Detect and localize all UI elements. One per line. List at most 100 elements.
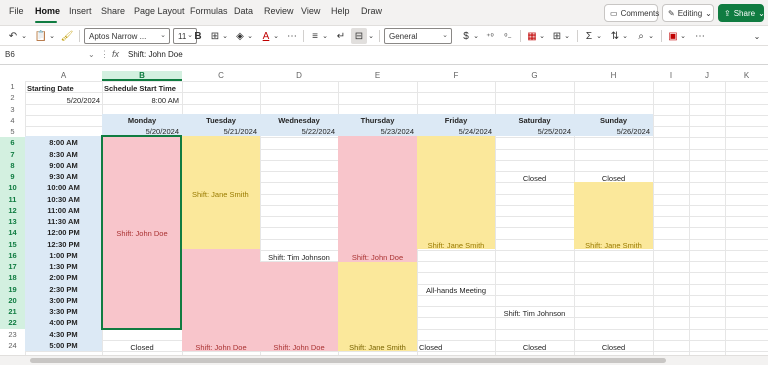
column-header-d[interactable]: D [260, 71, 338, 81]
time-cell[interactable]: 2:30 PM [25, 284, 102, 295]
cell-selection-outline[interactable] [101, 135, 182, 330]
thursday-shift2-text[interactable]: Shift: Jane Smith [338, 342, 417, 353]
time-cell[interactable]: 12:00 PM [25, 227, 102, 238]
borders-icon[interactable]: ⊞ [208, 28, 222, 44]
find-icon[interactable]: ⌕ [634, 28, 648, 44]
date-cell[interactable]: 5/21/2024 [182, 126, 257, 137]
column-header-b[interactable]: B [102, 71, 182, 81]
chevron-down-icon[interactable]: ⌄ [88, 50, 95, 59]
time-cell[interactable]: 12:30 PM [25, 239, 102, 250]
chevron-down-icon[interactable]: ⌄ [647, 28, 655, 44]
time-cell[interactable]: 11:00 AM [25, 205, 102, 216]
schedule-start-value[interactable]: 8:00 AM [102, 95, 179, 106]
time-cell[interactable]: 4:30 PM [25, 329, 102, 340]
tab-draw[interactable]: Draw [361, 6, 382, 16]
paste-icon[interactable]: 📋 [34, 28, 48, 44]
format-painter-icon[interactable]: 🖌 [60, 28, 74, 44]
chevron-down-icon[interactable]: ⌄ [272, 28, 280, 44]
merge-cells-icon[interactable]: ⊟ [351, 28, 367, 44]
column-header-k[interactable]: K [725, 71, 768, 81]
chevron-down-icon[interactable]: ⌄ [595, 28, 603, 44]
time-cell[interactable]: 11:30 AM [25, 216, 102, 227]
row-header[interactable]: 3 [0, 104, 25, 115]
time-cell[interactable]: 2:00 PM [25, 272, 102, 283]
row-header[interactable]: 2 [0, 92, 25, 103]
more-icon[interactable]: ⋯ [285, 28, 299, 44]
time-cell[interactable]: 8:00 AM [25, 137, 102, 148]
saturday-closed-text[interactable]: Closed [495, 173, 574, 184]
number-format-select[interactable]: General ⌄ [384, 28, 452, 44]
friday-shift-text[interactable]: Shift: Jane Smith [417, 240, 495, 251]
column-header-c[interactable]: C [182, 71, 260, 81]
horizontal-scrollbar[interactable] [0, 355, 768, 365]
time-cell[interactable]: 1:30 PM [25, 261, 102, 272]
scrollbar-thumb[interactable] [30, 358, 666, 363]
tab-view[interactable]: View [301, 6, 320, 16]
tab-page-layout[interactable]: Page Layout [134, 6, 185, 16]
time-cell[interactable]: 3:30 PM [25, 306, 102, 317]
function-icon[interactable]: fx [112, 49, 119, 59]
day-header-thursday[interactable]: Thursday [338, 115, 417, 126]
row-header[interactable]: 6 [0, 137, 25, 149]
chevron-down-icon[interactable]: ⌄ [538, 28, 546, 44]
sunday-shift-text[interactable]: Shift: Jane Smith [574, 240, 653, 251]
tab-insert[interactable]: Insert [69, 6, 92, 16]
saturday-closed2-text[interactable]: Closed [495, 342, 574, 353]
conditional-format-icon[interactable]: ▦ [525, 28, 539, 44]
tuesday-shift1-text[interactable]: Shift: Jane Smith [192, 189, 249, 200]
sunday-closed-text[interactable]: Closed [574, 173, 653, 184]
day-header-friday[interactable]: Friday [417, 115, 495, 126]
wednesday-shift1-text[interactable]: Shift: Tim Johnson [260, 252, 338, 263]
friday-closed-text[interactable]: Closed [419, 342, 442, 353]
more-icon[interactable]: ⋯ [693, 28, 707, 44]
formula-input[interactable]: Shift: John Doe [128, 50, 183, 59]
row-header[interactable]: 8 [0, 159, 25, 171]
column-header-g[interactable]: G [495, 71, 574, 81]
row-header[interactable]: 12 [0, 204, 25, 216]
column-header-h[interactable]: H [574, 71, 653, 81]
date-cell[interactable]: 5/26/2024 [574, 126, 650, 137]
undo-icon[interactable]: ↶ [6, 28, 20, 44]
row-header[interactable]: 21 [0, 306, 25, 318]
fill-color-icon[interactable]: ◈ [233, 28, 247, 44]
day-header-tuesday[interactable]: Tuesday [182, 115, 260, 126]
chevron-down-icon[interactable]: ⌄ [472, 28, 480, 44]
time-cell[interactable]: 10:30 AM [25, 194, 102, 205]
row-header[interactable]: 15 [0, 238, 25, 250]
align-icon[interactable]: ≡ [308, 28, 322, 44]
time-cell[interactable]: 8:30 AM [25, 149, 102, 160]
row-header[interactable]: 14 [0, 227, 25, 239]
name-box[interactable]: B6 [2, 48, 82, 63]
column-header-j[interactable]: J [689, 71, 725, 81]
share-button[interactable]: ⇪ Share ⌄ [718, 4, 765, 22]
time-cell[interactable]: 3:00 PM [25, 295, 102, 306]
tab-share[interactable]: Share [101, 6, 125, 16]
row-header[interactable]: 24 [0, 340, 25, 351]
chevron-down-icon[interactable]: ⌄ [48, 28, 56, 44]
tuesday-shift2-text[interactable]: Shift: John Doe [182, 342, 260, 353]
tab-data[interactable]: Data [234, 6, 253, 16]
row-header[interactable]: 19 [0, 283, 25, 295]
starting-date-label[interactable]: Starting Date [27, 83, 74, 94]
time-cell[interactable]: 1:00 PM [25, 250, 102, 261]
row-header[interactable]: 1 [0, 81, 25, 92]
row-header[interactable]: 16 [0, 249, 25, 261]
bold-icon[interactable]: B [191, 28, 205, 44]
chevron-down-icon[interactable]: ⌄ [367, 28, 375, 44]
starting-date-value[interactable]: 5/20/2024 [25, 95, 100, 106]
addins-icon[interactable]: ▣ [666, 28, 680, 44]
friday-meeting-text[interactable]: All-hands Meeting [417, 285, 495, 296]
row-header[interactable]: 10 [0, 182, 25, 194]
wrap-text-icon[interactable]: ↵ [334, 28, 348, 44]
font-name-select[interactable]: Aptos Narrow ... ⌄ [84, 28, 170, 44]
saturday-shift-text[interactable]: Shift: Tim Johnson [495, 308, 574, 319]
time-cell[interactable]: 9:30 AM [25, 171, 102, 182]
chevron-down-icon[interactable]: ⌄ [563, 28, 571, 44]
thursday-shift1-text[interactable]: Shift: John Doe [338, 252, 417, 263]
date-cell[interactable]: 5/22/2024 [260, 126, 335, 137]
column-header-e[interactable]: E [338, 71, 417, 81]
date-cell[interactable]: 5/23/2024 [338, 126, 414, 137]
comments-button[interactable]: ▭ Comments [604, 4, 659, 22]
time-cell[interactable]: 4:00 PM [25, 317, 102, 328]
chevron-down-icon[interactable]: ⌄ [246, 28, 254, 44]
